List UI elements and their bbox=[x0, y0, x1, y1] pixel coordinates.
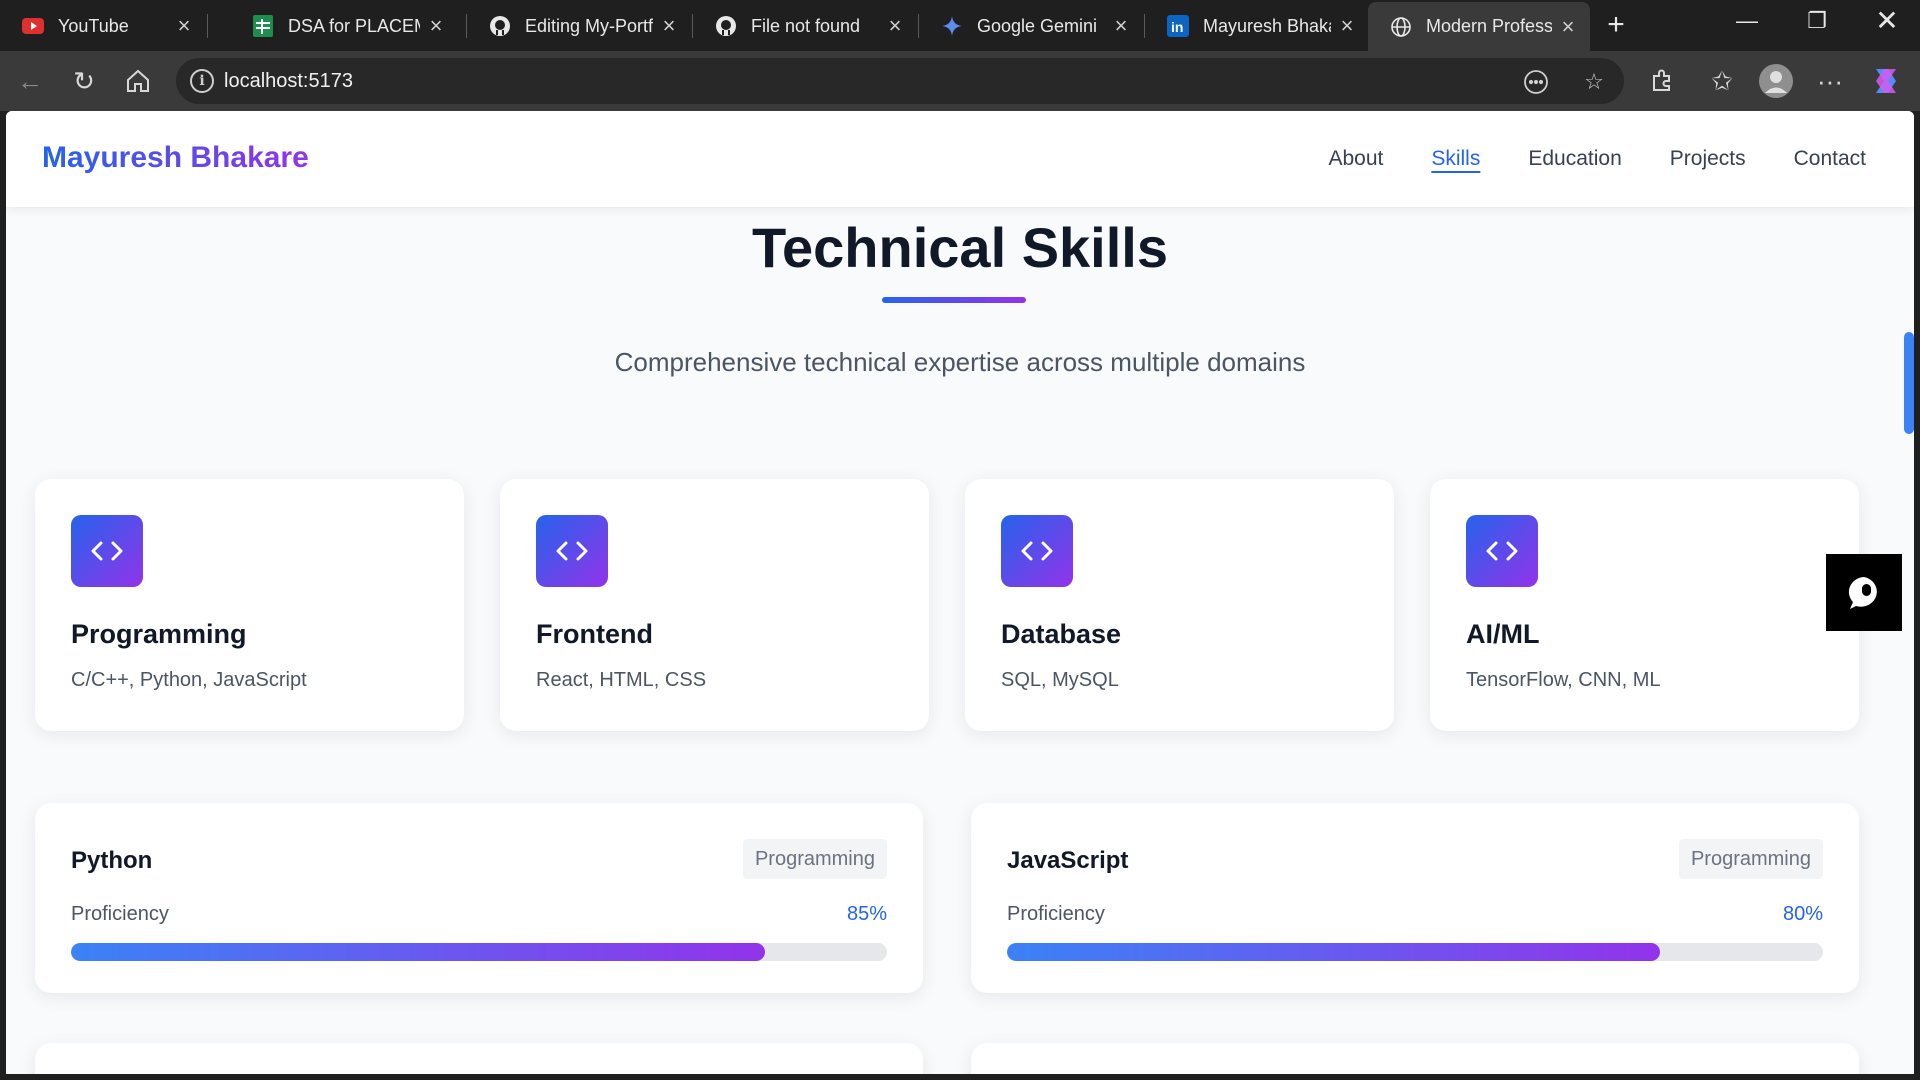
brand-logo-text[interactable]: Mayuresh Bhakare bbox=[42, 141, 309, 175]
close-window-button[interactable]: ✕ bbox=[1862, 4, 1912, 37]
category-card-ai-ml: AI/ML TensorFlow, CNN, ML bbox=[1430, 479, 1859, 731]
minimize-button[interactable]: — bbox=[1722, 8, 1772, 34]
nav-link-contact[interactable]: Contact bbox=[1794, 147, 1866, 171]
globe-icon bbox=[1390, 16, 1412, 38]
proficiency-bar-fill bbox=[1007, 943, 1660, 961]
category-title: Programming bbox=[71, 619, 247, 649]
proficiency-bar bbox=[1007, 943, 1823, 961]
favorites-icon[interactable]: ✩ bbox=[1704, 63, 1740, 99]
category-card-frontend: Frontend React, HTML, CSS bbox=[500, 479, 929, 731]
tab-editing-my-portfolio[interactable]: Editing My-Portfolio × bbox=[467, 5, 691, 47]
close-icon[interactable]: × bbox=[885, 13, 905, 39]
proficiency-percent: 80% bbox=[1782, 903, 1823, 925]
github-icon bbox=[715, 15, 737, 37]
tab-modern-professional[interactable]: Modern Professional × bbox=[1368, 2, 1590, 51]
category-description: React, HTML, CSS bbox=[536, 669, 707, 691]
proficiency-percent: 85% bbox=[846, 903, 887, 925]
skill-card-javascript: JavaScript Programming Proficiency 80% bbox=[971, 803, 1859, 993]
browser-toolbar: ← ↻ i localhost:5173 ☆ ✩ ··· bbox=[0, 51, 1920, 111]
close-icon[interactable]: × bbox=[1337, 13, 1357, 39]
reader-mode-icon[interactable] bbox=[1522, 68, 1550, 96]
github-icon bbox=[489, 15, 511, 37]
title-underline bbox=[882, 297, 1026, 303]
tab-label: Modern Professional bbox=[1426, 16, 1552, 36]
tab-separator bbox=[207, 14, 208, 38]
address-bar[interactable]: i localhost:5173 ☆ bbox=[176, 58, 1624, 104]
code-icon bbox=[1466, 515, 1538, 587]
proficiency-bar bbox=[71, 943, 887, 961]
close-icon[interactable]: × bbox=[174, 13, 194, 39]
category-title: Frontend bbox=[536, 619, 653, 649]
tab-label: Google Gemini bbox=[977, 15, 1098, 36]
back-arrow-icon[interactable]: ← bbox=[12, 63, 48, 99]
restore-button[interactable]: ❐ bbox=[1792, 8, 1842, 34]
star-icon[interactable]: ☆ bbox=[1580, 68, 1608, 96]
skill-name: JavaScript bbox=[1007, 847, 1129, 874]
tab-dsa-for-placement[interactable]: DSA for PLACEMENT × bbox=[230, 5, 458, 47]
code-icon bbox=[1001, 515, 1073, 587]
refresh-icon[interactable]: ↻ bbox=[66, 63, 102, 99]
more-options-icon[interactable]: ··· bbox=[1812, 63, 1848, 99]
close-icon[interactable]: × bbox=[426, 13, 446, 39]
tab-mayuresh-bhakare[interactable]: in Mayuresh Bhakare × bbox=[1145, 5, 1369, 47]
tab-label: File not found bbox=[751, 15, 861, 36]
section-title: Technical Skills bbox=[751, 216, 1169, 279]
category-title: Database bbox=[1001, 619, 1122, 649]
scrollbar-thumb[interactable] bbox=[1904, 332, 1914, 434]
tab-label: Mayuresh Bhakare bbox=[1203, 15, 1331, 36]
category-description: C/C++, Python, JavaScript bbox=[71, 669, 307, 691]
svg-text:in: in bbox=[1171, 19, 1183, 35]
code-icon bbox=[536, 515, 608, 587]
tab-label: DSA for PLACEMENT bbox=[288, 15, 420, 36]
gemini-icon bbox=[941, 15, 963, 37]
page-viewport: Mayuresh Bhakare About Skills Education … bbox=[6, 111, 1914, 1074]
proficiency-bar-fill bbox=[71, 943, 765, 961]
chat-bubble-icon bbox=[1848, 576, 1877, 609]
category-description: TensorFlow, CNN, ML bbox=[1466, 669, 1661, 691]
nav-links: About Skills Education Projects Contact bbox=[1328, 147, 1866, 171]
chat-widget-button[interactable] bbox=[1826, 554, 1902, 631]
category-description: SQL, MySQL bbox=[1001, 669, 1119, 691]
skill-category-badge: Programming bbox=[1678, 839, 1823, 879]
tab-label: YouTube bbox=[58, 15, 129, 36]
nav-link-skills[interactable]: Skills bbox=[1431, 147, 1480, 171]
avatar[interactable] bbox=[1758, 63, 1794, 99]
skill-name: Python bbox=[71, 847, 153, 874]
tab-youtube[interactable]: YouTube × bbox=[0, 5, 206, 47]
proficiency-label: Proficiency bbox=[71, 903, 169, 925]
nav-link-education[interactable]: Education bbox=[1528, 147, 1621, 171]
skill-card-partial bbox=[971, 1043, 1859, 1074]
tab-file-not-found[interactable]: File not found × bbox=[693, 5, 917, 47]
copilot-icon[interactable] bbox=[1868, 63, 1904, 99]
close-icon[interactable]: × bbox=[1111, 13, 1131, 39]
nav-link-about[interactable]: About bbox=[1328, 147, 1383, 171]
new-tab-button[interactable]: + bbox=[1598, 8, 1634, 42]
info-icon[interactable]: i bbox=[190, 69, 214, 93]
category-card-programming: Programming C/C++, Python, JavaScript bbox=[35, 479, 464, 731]
proficiency-label: Proficiency bbox=[1007, 903, 1105, 925]
url-text[interactable]: localhost:5173 bbox=[224, 70, 353, 93]
skill-card-python: Python Programming Proficiency 85% bbox=[35, 803, 923, 993]
linkedin-icon: in bbox=[1167, 15, 1189, 37]
browser-tab-strip: YouTube × DSA for PLACEMENT × Editing My… bbox=[0, 0, 1920, 51]
skill-category-badge: Programming bbox=[742, 839, 887, 879]
close-icon[interactable]: × bbox=[659, 13, 679, 39]
youtube-icon bbox=[22, 15, 44, 37]
extensions-icon[interactable] bbox=[1644, 63, 1680, 99]
home-icon[interactable] bbox=[120, 63, 156, 99]
code-icon bbox=[71, 515, 143, 587]
nav-link-projects[interactable]: Projects bbox=[1670, 147, 1746, 171]
sheets-icon bbox=[252, 15, 274, 37]
tab-label: Editing My-Portfolio bbox=[525, 15, 653, 36]
category-title: AI/ML bbox=[1466, 619, 1540, 649]
section-subtitle: Comprehensive technical expertise across… bbox=[614, 347, 1306, 377]
skill-card-partial bbox=[35, 1043, 923, 1074]
site-navbar: Mayuresh Bhakare About Skills Education … bbox=[6, 111, 1914, 207]
close-icon[interactable]: × bbox=[1558, 14, 1578, 40]
category-card-database: Database SQL, MySQL bbox=[965, 479, 1394, 731]
tab-google-gemini[interactable]: Google Gemini × bbox=[919, 5, 1143, 47]
